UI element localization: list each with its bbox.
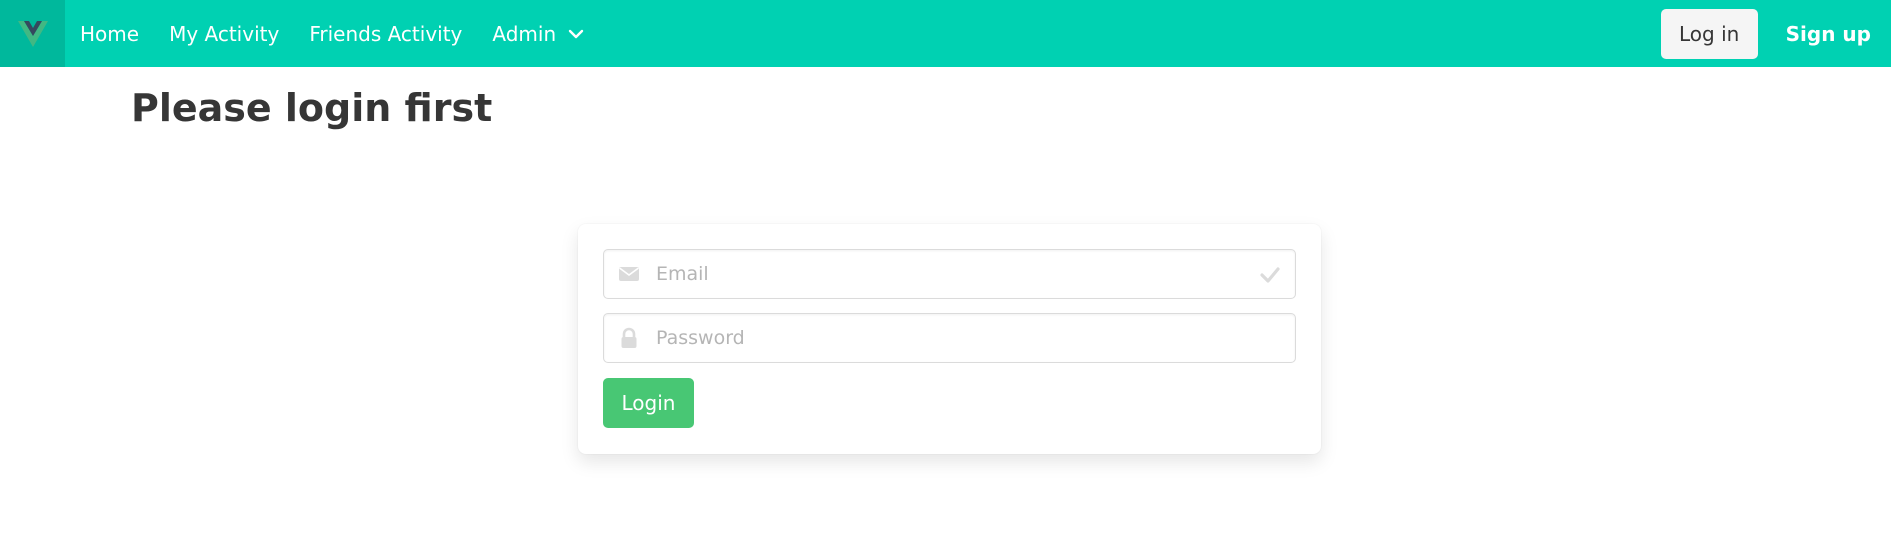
nav-my-activity[interactable]: My Activity — [154, 0, 294, 67]
chevron-down-icon — [568, 29, 584, 38]
brand-logo[interactable] — [0, 0, 65, 67]
nav-admin-label: Admin — [492, 21, 557, 46]
lock-icon — [621, 327, 637, 348]
top-navbar: Home My Activity Friends Activity Admin … — [0, 0, 1891, 67]
nav-menu: Home My Activity Friends Activity Admin — [65, 0, 599, 67]
nav-admin-dropdown[interactable]: Admin — [477, 0, 599, 67]
password-field-wrapper — [603, 313, 1296, 363]
signup-nav-button[interactable]: Sign up — [1786, 22, 1871, 46]
vue-logo-icon — [17, 20, 48, 47]
login-submit-button[interactable]: Login — [603, 378, 694, 428]
login-nav-button[interactable]: Log in — [1660, 8, 1758, 59]
check-icon — [1260, 267, 1280, 283]
page-title: Please login first — [131, 86, 493, 130]
envelope-icon — [619, 267, 639, 281]
email-field-wrapper — [603, 249, 1296, 299]
password-input[interactable] — [654, 314, 1244, 362]
login-form-card: Login — [578, 224, 1321, 454]
nav-home[interactable]: Home — [65, 0, 154, 67]
nav-my-activity-label: My Activity — [169, 21, 280, 46]
email-input[interactable] — [654, 250, 1244, 298]
nav-auth-actions: Log in Sign up — [1660, 0, 1891, 67]
nav-friends-activity[interactable]: Friends Activity — [294, 0, 477, 67]
nav-friends-activity-label: Friends Activity — [309, 21, 463, 46]
nav-home-label: Home — [80, 21, 140, 46]
